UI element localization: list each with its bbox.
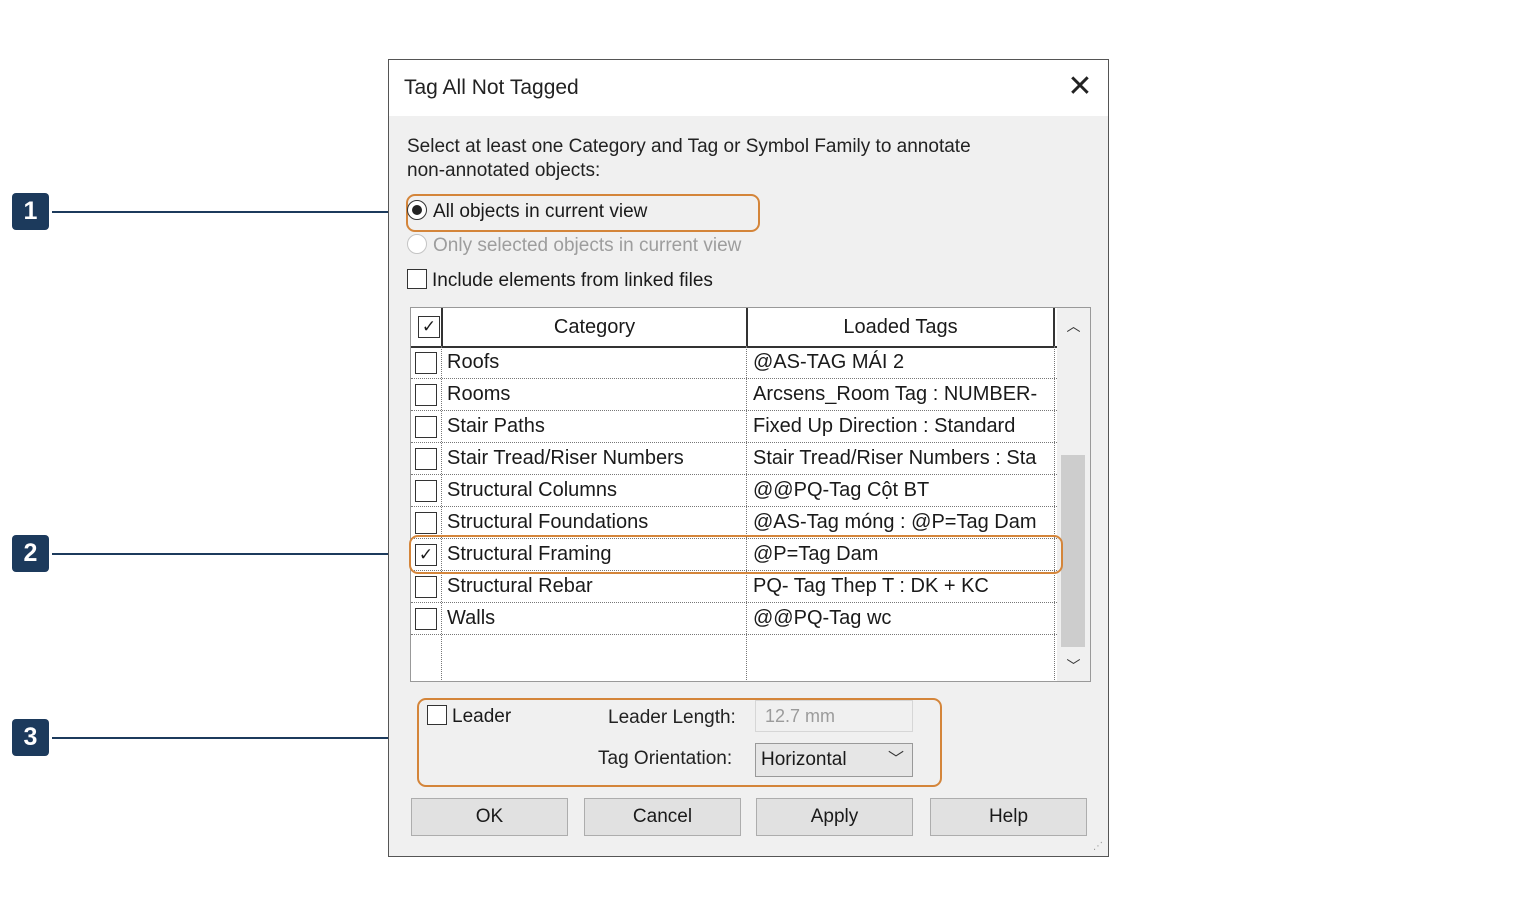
callout-2: 2 [12,535,412,575]
radio-disabled-icon [407,233,427,254]
radio-selected-icon[interactable] [407,199,427,220]
radio-all-objects[interactable]: All objects in current view [407,199,647,225]
instruction-line-1: Select at least one Category and Tag or … [407,136,971,157]
row-tag[interactable]: @AS-TAG MÁI 2 [753,347,904,378]
callout-3: 3 [12,719,412,759]
include-linked-label: Include elements from linked files [432,270,713,291]
row-category: Roofs [447,351,500,373]
scrollbar-thumb[interactable] [1061,455,1085,647]
row-tag[interactable]: @AS-Tag móng : @P=Tag Dam [753,507,1037,538]
highlight-box-2 [409,535,1063,574]
leader-length-label: Leader Length: [608,707,736,728]
close-icon[interactable]: ✕ [1062,70,1098,106]
instruction-line-2: non-annotated objects: [407,160,601,181]
radio-selected-label: Only selected objects in current view [433,235,742,256]
tag-orientation-value: Horizontal [761,749,847,770]
row-checkbox[interactable] [415,608,437,630]
row-category: Stair Tread/Riser Numbers [447,447,684,469]
table-row[interactable]: Roofs @AS-TAG MÁI 2 [411,347,1057,379]
callout-1: 1 [12,193,412,233]
resize-grip-icon[interactable]: ⋰ [1093,841,1105,853]
row-tag[interactable]: Stair Tread/Riser Numbers : Sta [753,443,1036,474]
table-row[interactable]: Structural Columns @@PQ-Tag Cột BT [411,475,1057,507]
row-checkbox[interactable] [415,448,437,470]
row-category: Rooms [447,383,511,405]
row-tag[interactable]: PQ- Tag Thep T : DK + KC [753,571,989,602]
chevron-down-icon: ﹀ [887,751,904,768]
include-linked-checkbox[interactable]: Include elements from linked files [407,268,713,294]
scroll-down-icon[interactable]: ﹀ [1065,656,1082,674]
table-row[interactable]: Structural Rebar PQ- Tag Thep T : DK + K… [411,571,1057,603]
dialog-title: Tag All Not Tagged [404,76,579,99]
category-table: ✓ Category Loaded Tags Roofs @AS-TAG MÁI… [410,307,1091,682]
checkbox[interactable] [407,268,427,289]
select-all-checkbox[interactable]: ✓ [418,316,440,338]
leader-length-input[interactable]: 12.7 mm [755,700,913,732]
table-header: ✓ Category Loaded Tags [411,308,1057,348]
apply-button[interactable]: Apply [756,798,913,836]
row-category: Walls [447,607,496,629]
vertical-scrollbar[interactable]: ︿ ﹀ [1057,308,1090,681]
table-row[interactable]: Rooms Arcsens_Room Tag : NUMBER- [411,379,1057,411]
table-row[interactable]: Walls @@PQ-Tag wc [411,603,1057,635]
row-category: Structural Rebar [447,575,593,597]
row-checkbox[interactable] [415,352,437,374]
row-tag[interactable]: Fixed Up Direction : Standard [753,411,1015,442]
tag-all-dialog: Tag All Not Tagged ✕ Select at least one… [388,59,1109,857]
row-tag[interactable]: @@PQ-Tag wc [753,603,891,634]
cancel-button[interactable]: Cancel [584,798,741,836]
row-checkbox[interactable] [415,416,437,438]
row-checkbox[interactable] [415,576,437,598]
checkbox[interactable] [427,704,447,725]
header-separator [1053,308,1055,346]
tag-orientation-label: Tag Orientation: [598,748,733,769]
row-tag[interactable]: @@PQ-Tag Cột BT [753,475,929,506]
callout-line [52,553,394,555]
help-button[interactable]: Help [930,798,1087,836]
leader-label: Leader [452,706,512,727]
scroll-up-icon[interactable]: ︿ [1065,316,1082,334]
header-category[interactable]: Category [443,308,746,346]
callout-line [52,737,402,739]
row-category: Structural Foundations [447,511,649,533]
table-row[interactable]: Stair Paths Fixed Up Direction : Standar… [411,411,1057,443]
title-bar: Tag All Not Tagged ✕ [389,60,1108,116]
check-icon: ✓ [421,317,437,336]
radio-selected-objects: Only selected objects in current view [407,233,741,259]
instruction-text: Select at least one Category and Tag or … [407,135,971,183]
callout-number: 1 [12,193,49,230]
radio-all-label: All objects in current view [433,201,648,222]
callout-number: 2 [12,535,49,572]
header-loaded-tags[interactable]: Loaded Tags [748,308,1053,346]
row-checkbox[interactable] [415,384,437,406]
callout-number: 3 [12,719,49,756]
row-checkbox[interactable] [415,480,437,502]
callout-line [52,211,394,213]
row-checkbox[interactable] [415,512,437,534]
ok-button[interactable]: OK [411,798,568,836]
row-category: Structural Columns [447,479,618,501]
tag-orientation-select[interactable]: Horizontal ﹀ [755,743,913,777]
leader-checkbox[interactable]: Leader [427,704,511,730]
row-tag[interactable]: Arcsens_Room Tag : NUMBER- [753,379,1037,410]
row-category: Stair Paths [447,415,545,437]
table-row[interactable]: Stair Tread/Riser Numbers Stair Tread/Ri… [411,443,1057,475]
